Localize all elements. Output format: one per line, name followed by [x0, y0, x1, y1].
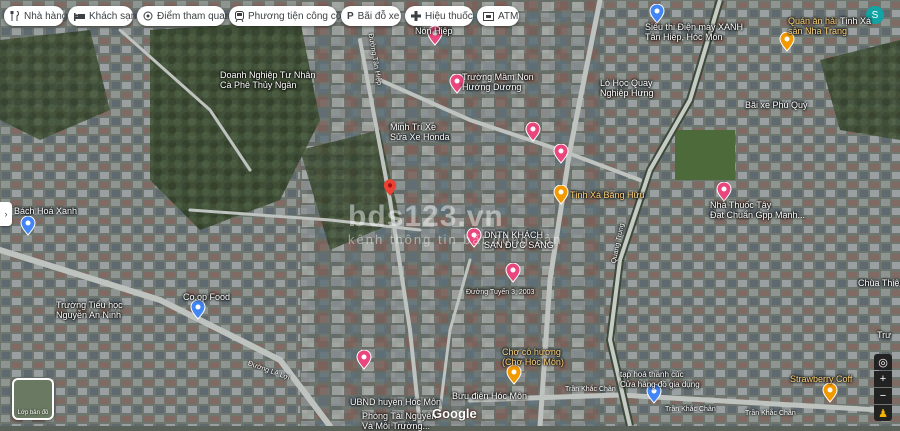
- chip-label: Bãi đỗ xe: [357, 10, 400, 22]
- chip-pharmacy[interactable]: Hiệu thuốc: [405, 6, 473, 26]
- place-label[interactable]: Quán ăn hải sản Nha Trang: [788, 16, 847, 36]
- place-label[interactable]: Bưu điện Hóc Môn: [452, 391, 527, 401]
- place-label[interactable]: Chùa Thiện: [858, 278, 900, 288]
- chip-restaurant[interactable]: Nhà hàng: [4, 6, 68, 26]
- pegman-icon: ♟: [878, 407, 888, 420]
- place-label[interactable]: UBND huyện Hóc Môn: [350, 397, 441, 407]
- place-label[interactable]: Bách Hoá Xanh: [14, 206, 77, 216]
- chip-label: Khách sạn: [89, 10, 137, 22]
- market-pin[interactable]: [506, 365, 522, 385]
- watermark-title: bds123.vn: [348, 200, 504, 233]
- place-label[interactable]: Co.op Food: [183, 292, 230, 302]
- chip-parking[interactable]: P Bãi đỗ xe: [341, 6, 401, 26]
- hotel-icon: [74, 10, 85, 22]
- my-location-button[interactable]: ◎: [874, 354, 892, 370]
- atm-icon: [483, 10, 494, 22]
- road-label: Trần Khắc Chân: [665, 406, 716, 413]
- chip-label: Điểm tham quan: [157, 10, 231, 22]
- chip-hotel[interactable]: Khách sạn: [68, 6, 137, 26]
- parking-icon: P: [347, 10, 354, 22]
- shop-pin[interactable]: [505, 263, 521, 283]
- store-pin[interactable]: [20, 216, 36, 236]
- place-label[interactable]: Doanh Nghiệp Tư Nhân Cà Phê Thủy Ngân: [220, 70, 315, 90]
- chip-label: Hiệu thuốc: [425, 10, 473, 22]
- place-label[interactable]: Siêu thị Điện máy XANH Tân Hiệp, Hóc Môn: [645, 22, 743, 42]
- minus-icon: −: [879, 390, 887, 402]
- google-logo: Google: [432, 406, 477, 421]
- chip-label: ATM: [498, 10, 519, 22]
- place-label[interactable]: Nhà Thuốc Tây Đạt Chuẩn Gpp Mạnh...: [710, 200, 805, 220]
- cafe-pin[interactable]: [822, 383, 838, 403]
- chip-label: Nhà hàng: [24, 10, 68, 22]
- expand-panel-button[interactable]: ›: [0, 202, 12, 226]
- layers-label: Lớp bản đồ: [17, 410, 49, 416]
- selected-location-pin[interactable]: [383, 178, 397, 198]
- chip-label: Phương tiện công cộ...: [248, 10, 350, 22]
- shop-pin[interactable]: [553, 144, 569, 164]
- place-label[interactable]: Lò Học Quay Nghiệp Hưng: [600, 78, 654, 98]
- place-label[interactable]: Trường Tiểu học Nguyễn An Ninh: [56, 300, 123, 320]
- location-icon: ◎: [878, 356, 888, 369]
- layers-button[interactable]: Lớp bản đồ: [12, 378, 54, 420]
- chip-atm[interactable]: ATM: [477, 6, 519, 26]
- chevron-right-icon: ›: [4, 209, 8, 219]
- place-label[interactable]: Chợ cô hương (Chợ Hóc Môn): [502, 347, 564, 367]
- plus-icon: +: [879, 373, 887, 385]
- road-label: Trần Khắc Chân: [565, 386, 616, 393]
- place-label[interactable]: Tịnh Xá Bằng Hữu: [570, 190, 645, 200]
- watermark: bds123.vn kênh thông tin bất động sản: [348, 200, 562, 247]
- place-label[interactable]: Tịnh Xá: [840, 16, 871, 26]
- government-pin[interactable]: [356, 350, 372, 370]
- place-label[interactable]: Phòng Tài Nguyên Và Môi Trường...: [362, 411, 436, 431]
- chip-attraction[interactable]: Điểm tham quan: [137, 6, 230, 26]
- place-label[interactable]: Nón Hiệp: [415, 26, 453, 36]
- restaurant-icon: [10, 10, 20, 22]
- attraction-icon: [143, 10, 153, 22]
- place-label[interactable]: Đường Tuyến 3, 2003: [466, 288, 534, 298]
- place-label[interactable]: Bãi xe Phú Quý: [745, 100, 808, 110]
- zoom-in-button[interactable]: +: [874, 371, 892, 387]
- watermark-subtitle: kênh thông tin bất động sản: [348, 232, 563, 247]
- place-label[interactable]: Trư: [877, 330, 891, 340]
- shop-pin[interactable]: [525, 122, 541, 142]
- transit-icon: [235, 10, 244, 22]
- road-label: Trần Khắc Chân: [745, 410, 796, 417]
- electronics-pin[interactable]: [649, 4, 665, 24]
- zoom-out-button[interactable]: −: [874, 388, 892, 404]
- store-pin[interactable]: [190, 300, 206, 320]
- pegman-button[interactable]: ♟: [874, 405, 892, 421]
- place-label[interactable]: tạp hoá thanh cúc Cửa hàng đồ gia dụng: [620, 370, 700, 390]
- place-label[interactable]: Strawberry Coff: [790, 374, 852, 384]
- pharmacy-pin[interactable]: [716, 182, 732, 202]
- chip-transit[interactable]: Phương tiện công cộ...: [229, 6, 350, 26]
- place-label[interactable]: Minh Trí Xe Sửa Xe Honda: [390, 122, 450, 142]
- pharmacy-icon: [411, 10, 421, 22]
- place-label[interactable]: Trường Mầm Non Hướng Dương: [462, 72, 534, 92]
